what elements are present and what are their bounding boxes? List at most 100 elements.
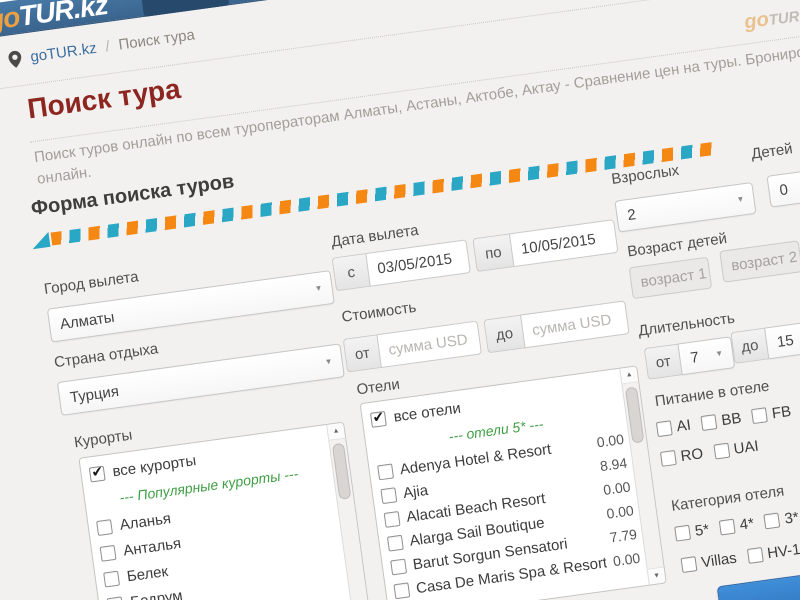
resorts-label: Курорты: [73, 426, 134, 452]
children-label: Детей: [750, 140, 794, 163]
scroll-up-icon[interactable]: ▲: [327, 422, 346, 441]
checkbox-unchecked[interactable]: [746, 547, 764, 564]
children-select[interactable]: 0 ▼: [766, 157, 800, 208]
price-to-prefix: до: [483, 314, 525, 354]
price-from-prefix: от: [342, 334, 381, 373]
adults-value: 2: [626, 205, 637, 224]
checkbox-label: Villas: [700, 549, 738, 572]
departure-city-label: Город вылета: [43, 268, 140, 298]
checkbox-unchecked[interactable]: [680, 556, 698, 574]
checkbox-label: 5*: [693, 521, 711, 540]
chevron-down-icon: ▼: [735, 194, 745, 205]
checkbox-unchecked[interactable]: [380, 486, 398, 504]
hotel-rating: 0.00: [612, 549, 642, 570]
date-from-prefix: с: [331, 253, 370, 292]
duration-from-value: 7: [689, 348, 700, 367]
checkbox-unchecked[interactable]: [659, 449, 677, 467]
watermark-suffix: TUR.kz: [767, 5, 800, 30]
meal-option-ro[interactable]: RO: [659, 445, 705, 468]
resorts-listbox[interactable]: все курорты--- Популярные курорты ---Ала…: [78, 421, 385, 600]
scroll-down-icon[interactable]: ▼: [647, 566, 666, 585]
meal-option-fb[interactable]: FB: [751, 403, 792, 425]
breadcrumb-separator: /: [104, 37, 111, 56]
price-from-group: от сумма USD: [342, 320, 483, 373]
page: goTUR.kz goTUR.kz / Поиск тура Поиск тур…: [0, 0, 800, 600]
checkbox-unchecked[interactable]: [103, 570, 120, 588]
map-pin-icon: [8, 50, 23, 69]
children-age-label: Возраст детей: [626, 229, 729, 261]
checkbox-unchecked[interactable]: [712, 442, 730, 460]
child-age-1-input[interactable]: возраст 1: [628, 256, 713, 300]
chevron-down-icon: ▼: [714, 348, 724, 359]
breadcrumb-home-link[interactable]: goTUR.kz: [29, 40, 97, 66]
duration-to-prefix: до: [730, 327, 769, 365]
meals-label: Питание в отеле: [653, 377, 771, 411]
checkbox-unchecked[interactable]: [99, 544, 117, 562]
country-value: Турция: [68, 382, 120, 406]
price-to-input[interactable]: сумма USD: [520, 300, 630, 349]
viewport: goTUR.kz goTUR.kz / Поиск тура Поиск тур…: [0, 0, 800, 600]
scroll-up-icon[interactable]: ▲: [620, 366, 639, 385]
checkbox-unchecked[interactable]: [386, 534, 404, 552]
date-to-prefix: по: [472, 233, 514, 273]
hotels-scrollbar-thumb[interactable]: [624, 386, 645, 444]
checkbox-unchecked[interactable]: [377, 462, 394, 480]
hotels-listbox[interactable]: все отели--- отели 5* ---Adenya Hotel & …: [359, 365, 667, 600]
date-from-input[interactable]: 03/05/2015: [365, 239, 471, 287]
checkbox-label: 4*: [738, 514, 756, 534]
checkbox-label: FB: [770, 402, 793, 423]
checkbox-unchecked[interactable]: [106, 595, 124, 600]
hotel-rating: 8.94: [598, 454, 629, 475]
children-value: 0: [778, 180, 789, 199]
breadcrumb: goTUR.kz / Поиск тура: [8, 26, 196, 68]
category-option-3[interactable]: 3*: [763, 508, 800, 530]
category-option-4[interactable]: 4*: [718, 514, 756, 536]
checkbox-label: UAI: [732, 437, 760, 458]
resorts-scrollbar-thumb[interactable]: [331, 442, 352, 500]
duration-label: Длительность: [637, 309, 736, 340]
chevron-down-icon: ▼: [324, 356, 334, 367]
duration-to-group: до 15 ▼: [730, 318, 800, 365]
checkbox-label: BB: [720, 409, 743, 430]
checkbox-unchecked[interactable]: [700, 414, 718, 431]
hotels-label: Отели: [355, 375, 401, 399]
child-age-2-input[interactable]: возраст 2: [719, 240, 800, 283]
category-option-hv1[interactable]: HV-1: [746, 541, 800, 565]
watermark-prefix: go: [742, 8, 771, 34]
ribbon-start-triangle: [30, 231, 51, 250]
duration-from-group: от 7 ▼: [643, 336, 736, 380]
date-to-input[interactable]: 10/05/2015: [508, 219, 619, 268]
hotel-rating: 7.79: [608, 525, 638, 546]
category-option-5[interactable]: 5*: [674, 521, 710, 542]
checkbox-unchecked[interactable]: [390, 558, 408, 575]
duration-from-select[interactable]: 7 ▼: [677, 336, 736, 376]
checkbox-unchecked[interactable]: [655, 420, 673, 438]
checkbox-label: HV-1: [766, 540, 800, 563]
price-label: Стоимость: [340, 298, 418, 326]
meal-option-uai[interactable]: UAI: [712, 437, 760, 461]
checkbox-unchecked[interactable]: [751, 407, 769, 425]
price-to-group: до сумма USD: [483, 300, 630, 354]
duration-from-prefix: от: [643, 343, 682, 380]
checkbox-unchecked[interactable]: [383, 510, 401, 528]
list-item-label: Анталья: [122, 534, 183, 560]
country-label: Страна отдыха: [53, 340, 160, 372]
checkbox-unchecked[interactable]: [96, 518, 113, 536]
duration-to-value: 15: [775, 331, 795, 351]
hotel-rating: 0.00: [602, 478, 632, 498]
page-subtitle-line2: онлайн.: [36, 163, 93, 188]
meal-option-bb[interactable]: BB: [700, 410, 742, 432]
meal-option-ai[interactable]: AI: [655, 417, 692, 438]
checkbox-unchecked[interactable]: [763, 512, 781, 530]
checkbox-unchecked[interactable]: [674, 524, 692, 542]
checkbox-unchecked[interactable]: [718, 518, 736, 536]
checkbox-unchecked[interactable]: [393, 581, 411, 599]
price-from-input[interactable]: сумма USD: [376, 320, 483, 369]
checkbox-checked[interactable]: [369, 410, 387, 428]
checkbox-checked[interactable]: [88, 465, 106, 482]
checkbox-label: 3*: [783, 508, 800, 528]
duration-to-select[interactable]: 15 ▼: [764, 318, 800, 360]
category-option-villas[interactable]: Villas: [680, 549, 738, 574]
checkbox-label: RO: [679, 445, 705, 466]
adults-select[interactable]: 2 ▼: [614, 181, 757, 233]
